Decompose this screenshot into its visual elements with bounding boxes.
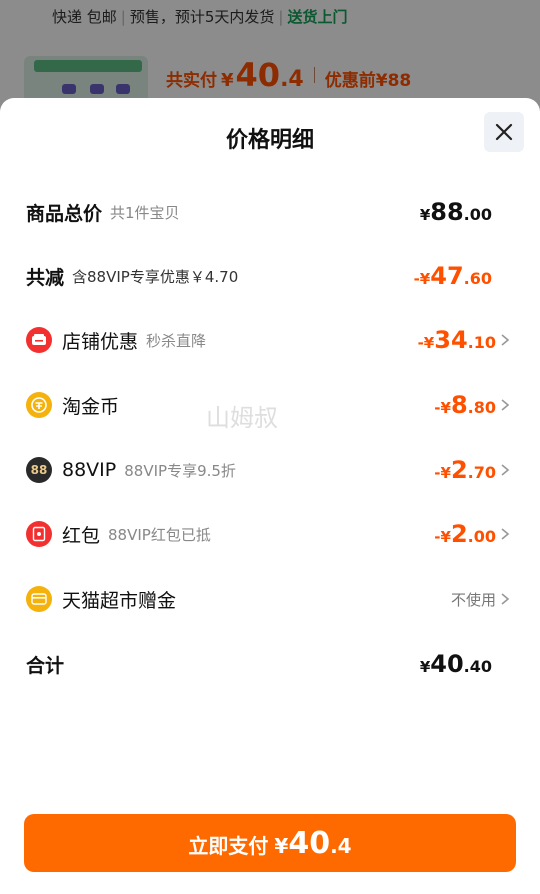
price-detail-sheet: 价格明细 商品总价 共1件宝贝 ¥88.00 共减 含88VIP专享优惠￥4.7… <box>0 98 540 894</box>
discount-label: 共减 <box>26 266 65 289</box>
pay-int: 40 <box>288 826 331 861</box>
vip-sub: 88VIP专享9.5折 <box>124 461 236 480</box>
gift-status: 不使用 <box>450 590 496 609</box>
pay-label: 立即支付 <box>188 834 269 858</box>
row-discount: 共减 含88VIP专享优惠￥4.70 -¥ 47.60 <box>0 256 540 296</box>
vip-label: 88VIP <box>62 459 117 481</box>
row-shop-discount[interactable]: 店铺优惠 秒杀直降 -¥ 34.10 <box>0 320 540 360</box>
coins-amount: -¥ 8.80 <box>434 391 496 419</box>
pay-now-button[interactable]: 立即支付 ¥ 40 .4 <box>24 814 516 872</box>
row-sum: 合计 ¥40.40 <box>0 644 540 684</box>
chevron-right-icon <box>500 463 510 477</box>
gift-label: 天猫超市赠金 <box>62 589 177 612</box>
pay-symbol: ¥ <box>274 834 289 858</box>
redpacket-label: 红包 <box>62 524 101 547</box>
total-amount: ¥88.00 <box>419 198 492 226</box>
pay-dec: .4 <box>330 834 352 858</box>
shop-sub: 秒杀直降 <box>146 331 207 350</box>
redpacket-sub: 88VIP红包已抵 <box>108 525 211 544</box>
chevron-right-icon <box>500 527 510 541</box>
chevron-right-icon <box>500 398 510 412</box>
row-red-packet[interactable]: 红包 88VIP红包已抵 -¥ 2.00 <box>0 514 540 554</box>
gift-card-icon <box>26 586 52 612</box>
sum-amount: ¥40.40 <box>419 650 492 678</box>
total-sub: 共1件宝贝 <box>110 203 180 222</box>
row-gift-card[interactable]: 天猫超市赠金 不使用 <box>0 579 540 619</box>
watermark: 山姆叔 <box>206 404 278 432</box>
red-packet-icon <box>26 521 52 547</box>
chevron-right-icon <box>500 333 510 347</box>
total-label: 商品总价 <box>26 202 103 225</box>
redpacket-amount: -¥ 2.00 <box>434 520 496 548</box>
vip-amount: -¥ 2.70 <box>434 456 496 484</box>
chevron-right-icon <box>500 592 510 606</box>
sheet-title: 价格明细 <box>225 128 314 153</box>
coins-label: 淘金币 <box>62 395 120 418</box>
shop-label: 店铺优惠 <box>62 330 139 353</box>
sum-label: 合计 <box>26 654 65 677</box>
shop-amount: -¥ 34.10 <box>417 326 496 354</box>
close-icon <box>495 123 513 141</box>
gold-coin-icon <box>26 392 52 418</box>
close-button[interactable] <box>484 112 524 152</box>
discount-amount: -¥ 47.60 <box>413 262 492 290</box>
discount-sub: 含88VIP专享优惠￥4.70 <box>72 267 239 286</box>
shop-coupon-icon <box>26 327 52 353</box>
row-total: 商品总价 共1件宝贝 ¥88.00 <box>0 192 540 232</box>
88vip-icon: 88 <box>26 457 52 483</box>
row-88vip[interactable]: 88 88VIP 88VIP专享9.5折 -¥ 2.70 <box>0 450 540 490</box>
